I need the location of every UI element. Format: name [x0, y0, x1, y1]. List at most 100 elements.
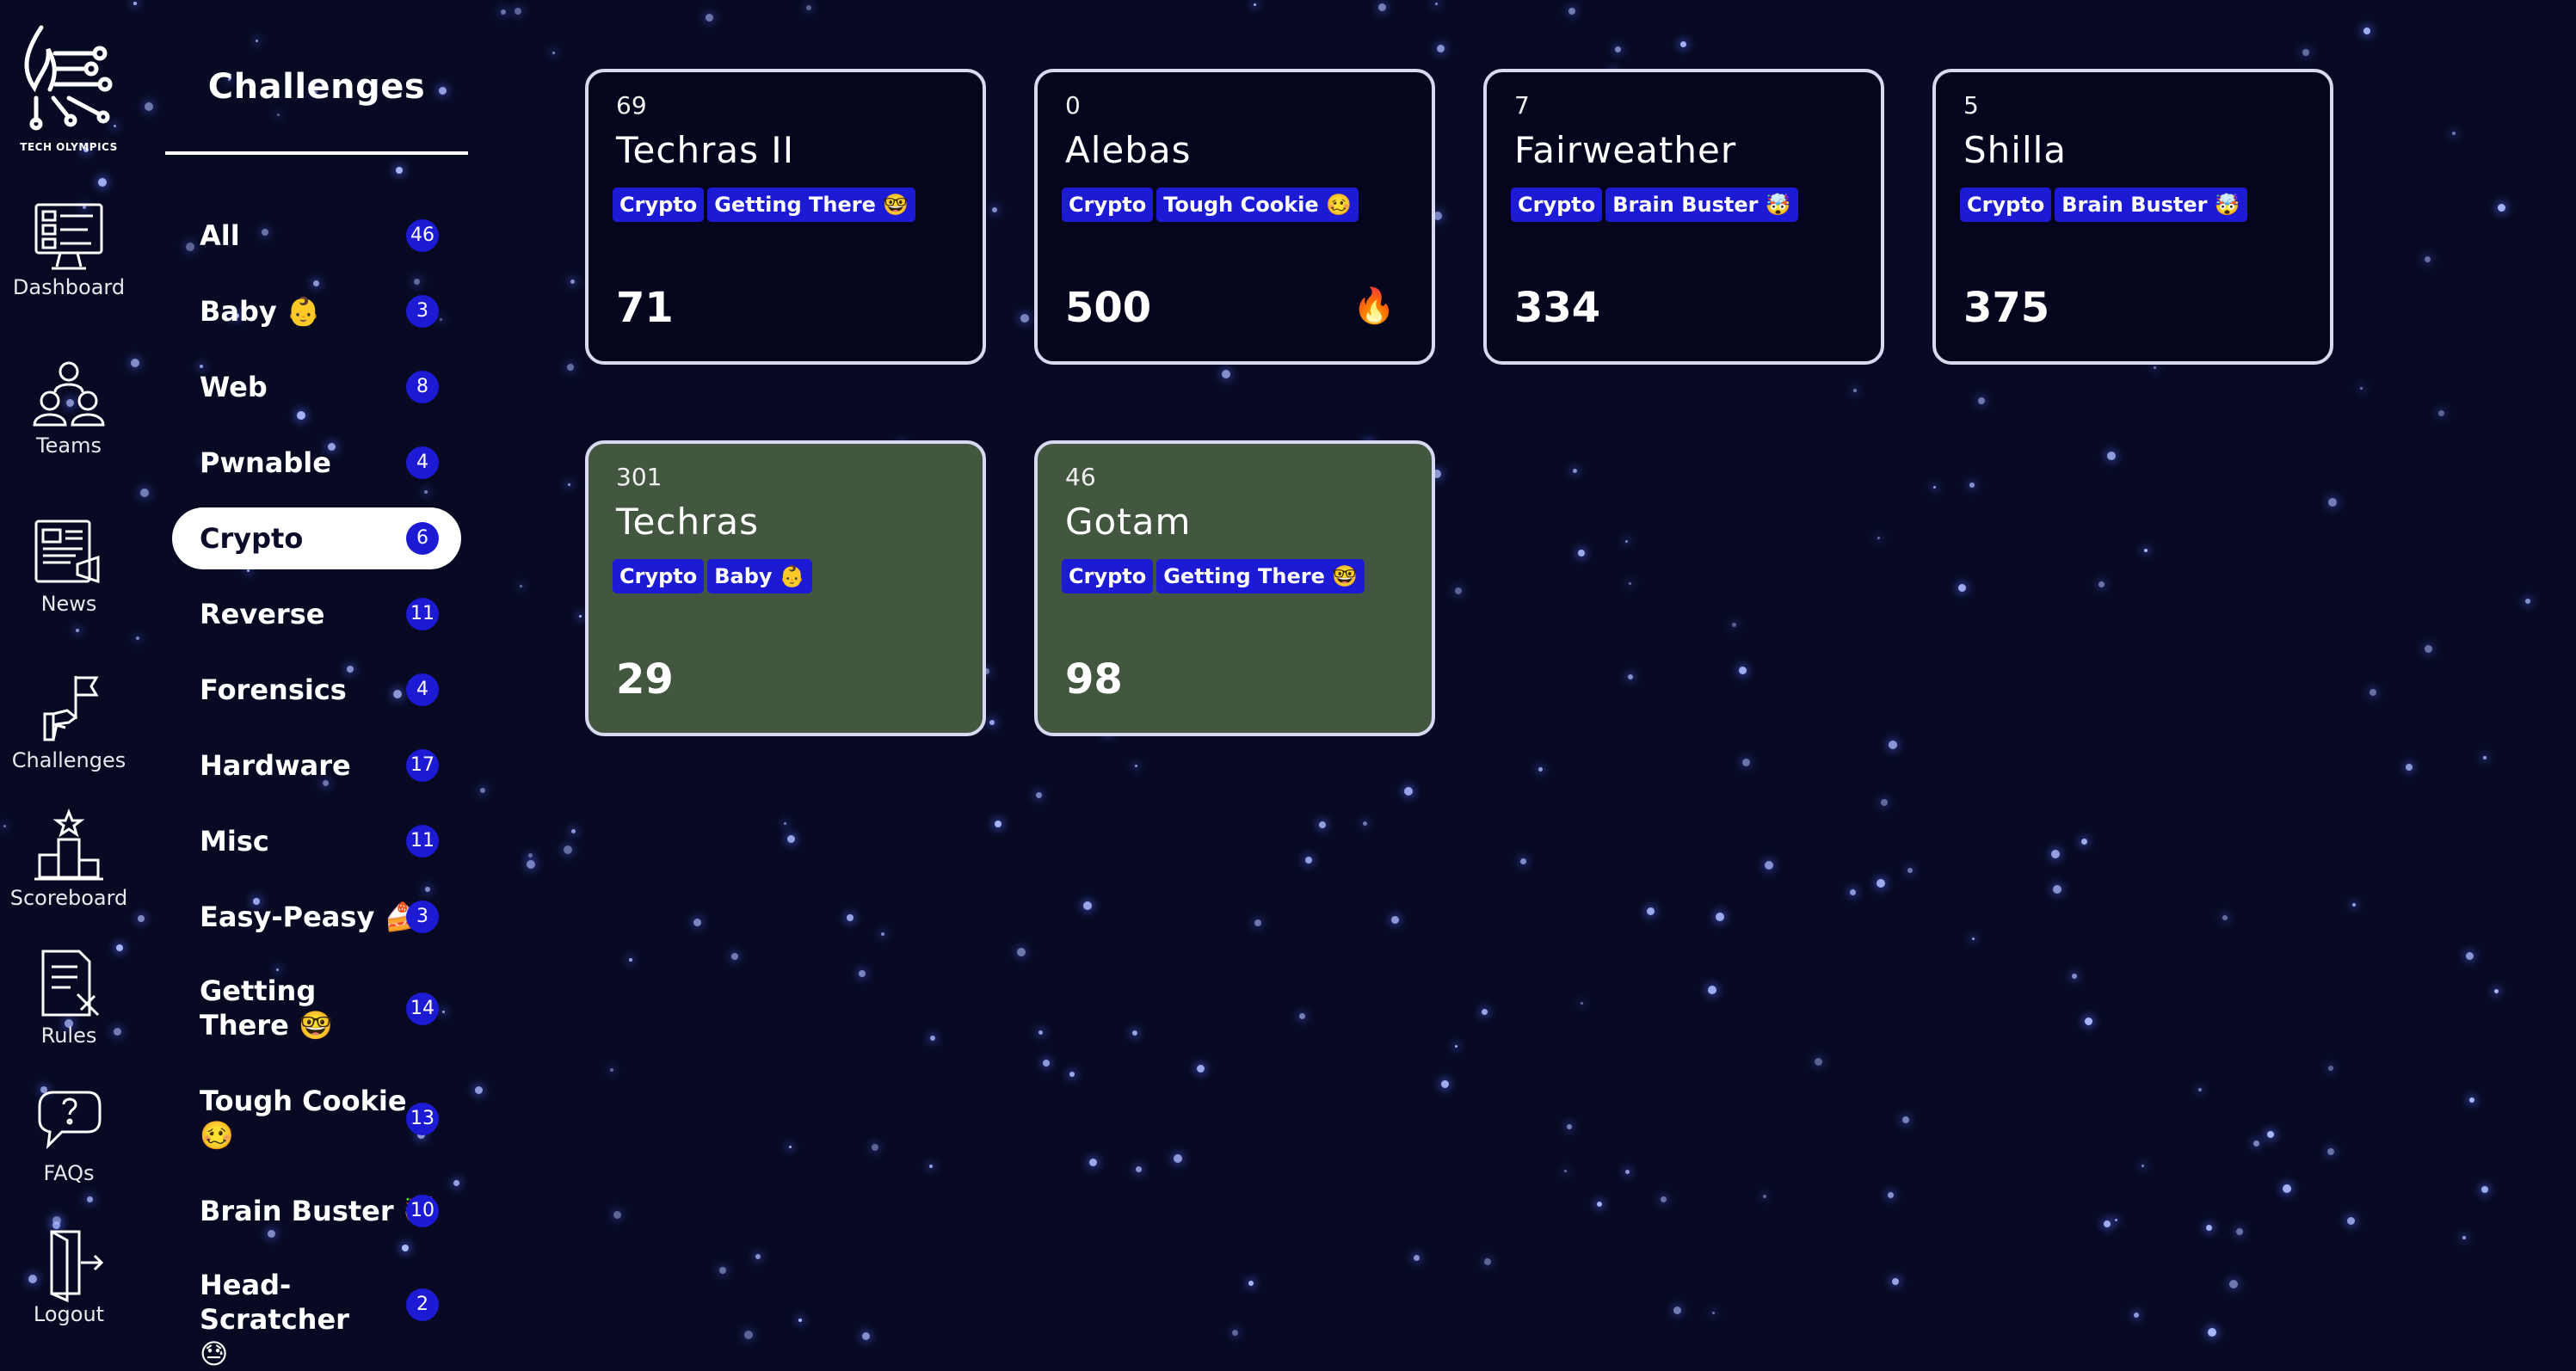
star [1892, 1278, 1899, 1285]
nav-challenges[interactable]: Challenges [0, 667, 138, 796]
category-crypto[interactable]: Crypto 6 [172, 507, 461, 569]
sidebar-divider [165, 151, 468, 155]
category-head-scratcher[interactable]: Head-Scratcher 😓 2 [172, 1264, 461, 1370]
category-baby[interactable]: Baby 👶 3 [172, 289, 461, 334]
nav-logout[interactable]: Logout [0, 1221, 138, 1350]
challenge-name: Techras [616, 501, 759, 543]
star [1437, 45, 1445, 52]
category-label: Crypto [200, 522, 304, 555]
category-web[interactable]: Web 8 [172, 365, 461, 409]
category-label: Web [200, 371, 268, 403]
category-reverse[interactable]: Reverse 11 [172, 592, 461, 636]
challenge-points: 500 [1065, 284, 1152, 332]
star [2134, 1313, 2139, 1318]
sidebar-title: Challenges [207, 67, 426, 107]
challenge-card-alebas[interactable]: 0 Alebas Crypto Tough Cookie 🥴 500 🔥 [1034, 69, 1435, 365]
star [1568, 8, 1575, 15]
challenge-name: Fairweather [1514, 129, 1737, 171]
nav-rules[interactable]: Rules [0, 943, 138, 1072]
challenge-card-fairweather[interactable]: 7 Fairweather Crypto Brain Buster 🤯 334 [1483, 69, 1884, 365]
star [568, 483, 570, 486]
difficulty-tag: Brain Buster 🤯 [1605, 188, 1798, 222]
tag-list: Crypto Getting There 🤓 [613, 188, 919, 222]
category-tag: Crypto [1511, 188, 1603, 222]
category-label: Hardware [200, 749, 351, 782]
nav-scoreboard[interactable]: Scoreboard [0, 805, 138, 934]
challenge-name: Alebas [1065, 129, 1192, 171]
category-count-badge: 4 [406, 673, 439, 706]
challenge-points: 29 [616, 655, 674, 704]
difficulty-tag: Getting There 🤓 [707, 188, 916, 222]
category-getting-there[interactable]: Getting There 🤓 14 [172, 970, 461, 1049]
news-icon [34, 520, 100, 584]
category-count-badge: 6 [406, 522, 439, 555]
star [552, 52, 555, 54]
category-hardware[interactable]: Hardware 17 [172, 743, 461, 788]
challenge-grid: 69 Techras II Crypto Getting There 🤓 71 0… [585, 69, 2547, 1273]
star [1435, 3, 1438, 5]
category-forensics[interactable]: Forensics 4 [172, 667, 461, 712]
category-tag: Crypto [613, 559, 705, 593]
challenge-card-techras-ii[interactable]: 69 Techras II Crypto Getting There 🤓 71 [585, 69, 986, 365]
category-label: Forensics [200, 673, 347, 706]
nav-teams[interactable]: Teams [0, 353, 138, 482]
challenge-name: Shilla [1963, 129, 2068, 171]
nav-news-label: News [40, 592, 97, 616]
category-tough-cookie[interactable]: Tough Cookie 🥴 13 [172, 1080, 461, 1159]
star [571, 829, 576, 833]
tag-list: Crypto Tough Cookie 🥴 [1062, 188, 1362, 222]
star [1378, 3, 1386, 11]
challenge-points: 98 [1065, 655, 1123, 704]
category-label: Baby 👶 [200, 295, 321, 328]
solve-count: 5 [1963, 91, 1979, 120]
tag-list: Crypto Brain Buster 🤯 [1511, 188, 1802, 222]
category-tag: Crypto [1960, 188, 2052, 222]
star [862, 1332, 870, 1340]
challenge-card-shilla[interactable]: 5 Shilla Crypto Brain Buster 🤯 375 [1932, 69, 2333, 365]
category-all[interactable]: All 46 [172, 213, 461, 258]
app-logo[interactable]: TECH OLYMPICS [15, 19, 122, 157]
category-tag: Crypto [1062, 188, 1154, 222]
star [2229, 1280, 2238, 1288]
challenge-points: 334 [1514, 284, 1601, 332]
category-count-badge: 3 [406, 295, 439, 328]
star [528, 853, 533, 858]
nav-rules-label: Rules [40, 1024, 97, 1048]
star [475, 1086, 483, 1094]
nav-scoreboard-label: Scoreboard [9, 886, 128, 910]
nav-dashboard[interactable]: Dashboard [0, 194, 138, 323]
category-misc[interactable]: Misc 11 [172, 819, 461, 864]
star [2302, 49, 2309, 56]
star [1248, 1281, 1254, 1286]
star [706, 14, 713, 22]
icon-rail: TECH OLYMPICS Dashboard Teams News Chall… [0, 0, 138, 1349]
star [570, 280, 575, 284]
category-count-badge: 8 [406, 371, 439, 403]
star [501, 9, 506, 15]
challenge-card-techras[interactable]: 301 Techras Crypto Baby 👶 29 [585, 440, 986, 736]
category-label: Reverse [200, 598, 325, 630]
category-label: All [200, 219, 240, 252]
nav-faqs[interactable]: FAQs [0, 1080, 138, 1209]
category-pwnable[interactable]: Pwnable 4 [172, 440, 461, 485]
star [527, 860, 535, 869]
category-brain-buster[interactable]: Brain Buster 🤯 10 [172, 1189, 461, 1233]
nav-teams-label: Teams [36, 433, 102, 458]
challenge-points: 71 [616, 284, 674, 332]
nav-news[interactable]: News [0, 511, 138, 640]
challenge-card-gotam[interactable]: 46 Gotam Crypto Getting There 🤓 98 [1034, 440, 1435, 736]
logout-icon [50, 1230, 104, 1303]
category-label: Misc [200, 825, 269, 858]
challenges-icon [43, 676, 99, 741]
nav-faqs-label: FAQs [43, 1161, 95, 1185]
category-easy-peasy[interactable]: Easy-Peasy 🍰 3 [172, 895, 461, 939]
teams-icon [33, 361, 105, 427]
star [515, 8, 521, 15]
star [564, 845, 572, 854]
star [579, 615, 582, 618]
nav-logout-label: Logout [33, 1302, 105, 1326]
solve-count: 0 [1065, 91, 1081, 120]
nav-dashboard-label: Dashboard [12, 275, 126, 299]
star [1232, 1330, 1238, 1336]
star [140, 489, 149, 497]
